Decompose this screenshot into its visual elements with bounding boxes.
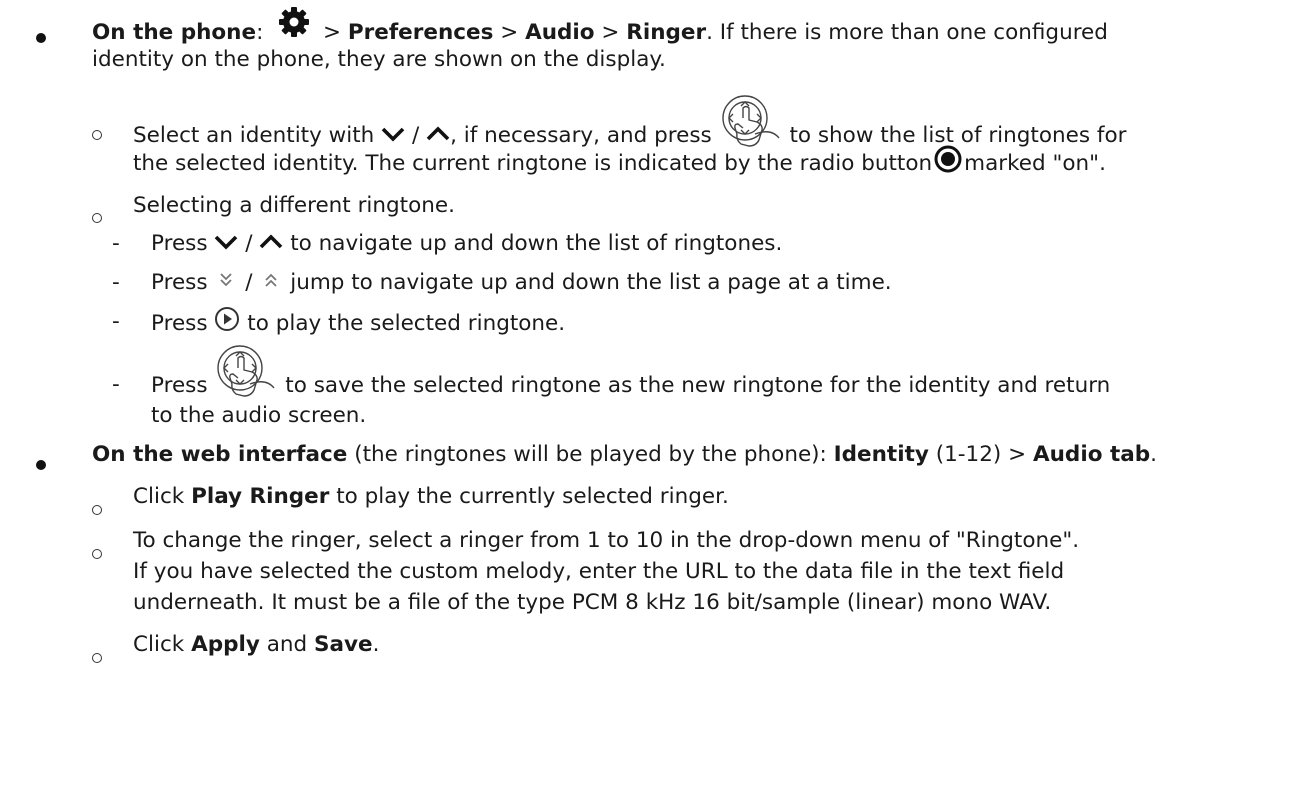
audio-tab-label: Audio tab <box>1032 442 1151 467</box>
circle-bullet <box>92 505 102 515</box>
save-label: Save <box>314 632 373 657</box>
phone-steps-line-2: identity on the phone, they are shown on… <box>92 47 666 72</box>
sub-bullet <box>92 641 102 673</box>
audio-label: Audio <box>525 20 595 45</box>
custom-melody-line: If you have selected the custom melody, … <box>133 559 1065 584</box>
dash-bullet: - <box>112 231 120 256</box>
gear-icon <box>278 6 310 48</box>
preferences-label: Preferences <box>347 20 494 45</box>
play-ringer-line: Click Play Ringer to play the currently … <box>133 484 729 509</box>
web-interface-line: On the web interface (the ringtones will… <box>92 442 1157 467</box>
navigation-key-press-icon <box>214 345 278 402</box>
circle-bullet <box>92 549 102 559</box>
radio-indicator-line: the selected identity. The current ringt… <box>133 145 1106 183</box>
identity-label: Identity <box>833 442 929 467</box>
radio-on-icon <box>934 145 962 183</box>
web-interface-label: On the web interface <box>92 442 348 467</box>
play-ringtone-line: Press to play the selected ringtone. <box>151 306 565 342</box>
double-chevron-up-icon <box>263 267 279 299</box>
page-jump-line: Press / jump to navigate up and down the… <box>151 267 892 299</box>
bullet-dot <box>36 460 46 470</box>
selecting-ringtone-line: Selecting a different ringtone. <box>133 193 455 218</box>
circle-bullet <box>92 653 102 663</box>
bullet-dot <box>36 33 46 43</box>
dash-bullet: - <box>112 372 120 397</box>
play-icon <box>214 306 240 342</box>
chevron-down-icon <box>214 228 238 260</box>
apply-label: Apply <box>191 632 260 657</box>
sub-bullet <box>92 493 102 525</box>
file-type-line: underneath. It must be a file of the typ… <box>133 590 1052 615</box>
apply-save-line: Click Apply and Save. <box>133 632 380 657</box>
dash-bullet: - <box>112 309 120 334</box>
save-ringtone-line: Press to save the selected ringtone as t… <box>151 345 1110 402</box>
sub-bullet <box>92 537 102 569</box>
save-ringtone-line-2: to the audio screen. <box>151 403 367 428</box>
ringer-label: Ringer <box>626 20 707 45</box>
navigate-list-line: Press / to navigate up and down the list… <box>151 228 782 260</box>
double-chevron-down-icon <box>218 267 234 299</box>
sub-bullet <box>92 201 102 233</box>
chevron-up-icon <box>259 228 283 260</box>
change-ringer-line: To change the ringer, select a ringer fr… <box>133 528 1080 553</box>
on-phone-label: On the phone <box>92 20 257 45</box>
circle-bullet <box>92 130 102 140</box>
sub-bullet <box>92 118 102 150</box>
circle-bullet <box>92 213 102 223</box>
dash-bullet: - <box>112 270 120 295</box>
play-ringer-label: Play Ringer <box>191 484 330 509</box>
